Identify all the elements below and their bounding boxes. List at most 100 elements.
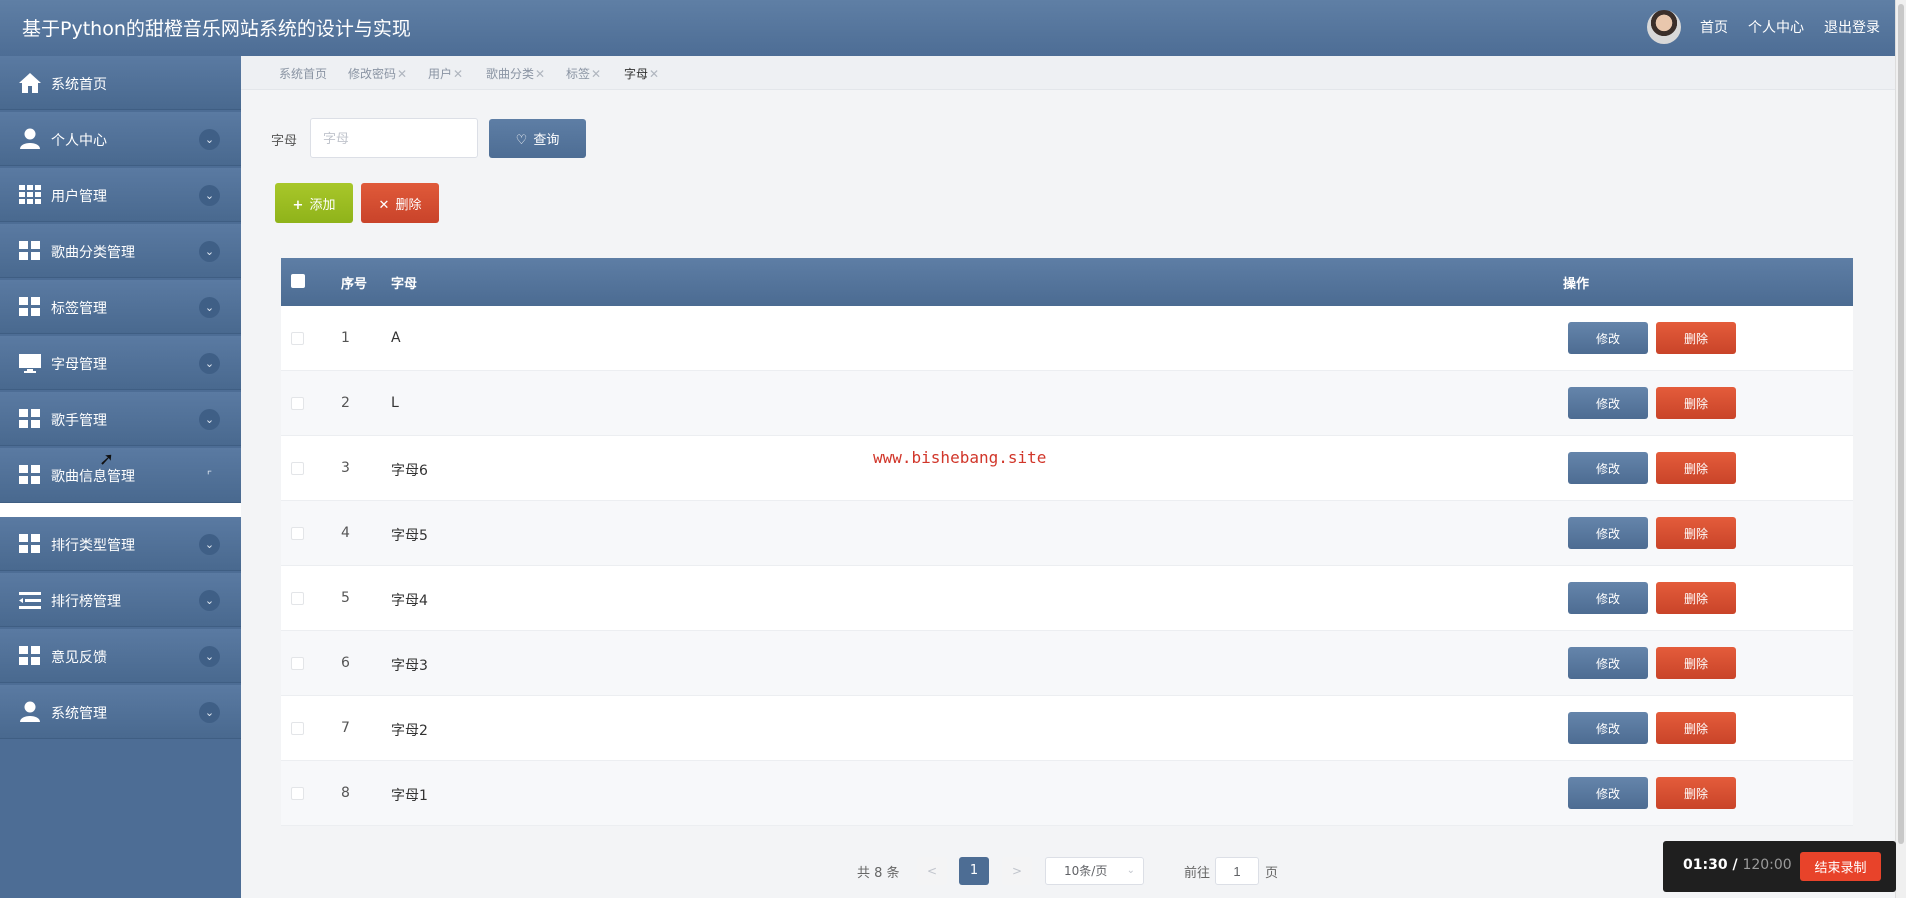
row-index: 8 (341, 785, 350, 801)
close-icon[interactable]: ✕ (649, 67, 659, 81)
delete-button[interactable]: 删除 (1656, 777, 1736, 809)
submenu-expanded-area (0, 503, 241, 517)
sidebar-item-label: 歌曲信息管理 (51, 469, 135, 485)
chevron-down-icon[interactable]: ⌄ (199, 409, 220, 430)
grid-icon (19, 646, 40, 665)
tab-letters[interactable]: 字母✕ (624, 65, 659, 82)
nav-home-link[interactable]: 首页 (1700, 17, 1728, 37)
row-checkbox[interactable] (291, 397, 304, 410)
delete-button[interactable]: 删除 (1656, 517, 1736, 549)
column-header-actions: 操作 (1563, 277, 1590, 292)
edit-button[interactable]: 修改 (1568, 647, 1648, 679)
user-icon (20, 128, 40, 149)
sidebar-item-letters[interactable]: 字母管理 ⌄ (0, 336, 241, 390)
sidebar-item-label: 标签管理 (51, 301, 107, 317)
scrollbar-thumb[interactable] (1898, 4, 1904, 844)
row-letter: 字母6 (391, 463, 428, 479)
delete-button[interactable]: 删除 (1656, 452, 1736, 484)
table-row: 6 字母3 修改 删除 (281, 631, 1853, 696)
chevron-down-icon[interactable]: ⌄ (199, 241, 220, 262)
tab-home[interactable]: 系统首页 (279, 65, 327, 82)
tab-song-category[interactable]: 歌曲分类✕ (486, 65, 545, 82)
search-input[interactable] (310, 118, 478, 158)
close-icon[interactable]: ✕ (397, 67, 407, 81)
sidebar-item-feedback[interactable]: 意见反馈 ⌄ (0, 629, 241, 683)
tab-tags[interactable]: 标签✕ (566, 65, 601, 82)
tab-users[interactable]: 用户✕ (428, 65, 463, 82)
edit-button[interactable]: 修改 (1568, 582, 1648, 614)
sidebar-item-singers[interactable]: 歌手管理 ⌄ (0, 392, 241, 446)
delete-button[interactable]: 删除 (1656, 387, 1736, 419)
sidebar-item-rankings[interactable]: 排行榜管理 ⌄ (0, 573, 241, 627)
batch-delete-button[interactable]: ✕ 删除 (361, 183, 439, 223)
tab-strip: 系统首页 修改密码✕ 用户✕ 歌曲分类✕ 标签✕ 字母✕ (241, 56, 1895, 90)
sidebar-item-song-info[interactable]: 歌曲信息管理 ⌜ (0, 448, 241, 503)
close-icon[interactable]: ✕ (535, 67, 545, 81)
row-checkbox[interactable] (291, 657, 304, 670)
sidebar-item-tags[interactable]: 标签管理 ⌄ (0, 280, 241, 334)
page-size-select[interactable]: 10条/页 ⌄ (1045, 857, 1144, 885)
mouse-cursor-icon: ➚ (99, 449, 115, 470)
nav-profile-link[interactable]: 个人中心 (1748, 17, 1804, 37)
row-letter: 字母3 (391, 658, 428, 674)
tab-change-password[interactable]: 修改密码✕ (348, 65, 407, 82)
pagination-page-1[interactable]: 1 (959, 857, 989, 885)
chevron-down-icon[interactable]: ⌄ (199, 129, 220, 150)
page-scrollbar[interactable] (1895, 0, 1906, 898)
nav-logout-link[interactable]: 退出登录 (1824, 17, 1880, 37)
sidebar-item-home[interactable]: 系统首页 (0, 56, 241, 110)
chevron-down-icon[interactable]: ⌄ (199, 185, 220, 206)
table-row: 2 L 修改 删除 (281, 371, 1853, 436)
chevron-down-icon[interactable]: ⌄ (199, 353, 220, 374)
row-checkbox[interactable] (291, 527, 304, 540)
edit-button[interactable]: 修改 (1568, 387, 1648, 419)
goto-page-input[interactable] (1215, 857, 1259, 885)
table-row: 5 字母4 修改 删除 (281, 566, 1853, 631)
table-row: 8 字母1 修改 删除 (281, 761, 1853, 826)
edit-button[interactable]: 修改 (1568, 517, 1648, 549)
row-checkbox[interactable] (291, 462, 304, 475)
delete-button[interactable]: 删除 (1656, 322, 1736, 354)
top-header: 基于Python的甜橙音乐网站系统的设计与实现 首页 个人中心 退出登录 (0, 0, 1895, 56)
chevron-down-icon[interactable]: ⌄ (199, 590, 220, 611)
sidebar-item-users[interactable]: 用户管理 ⌄ (0, 168, 241, 222)
search-button[interactable]: ♡ 查询 (489, 119, 586, 158)
chevron-up-icon[interactable]: ⌜ (199, 465, 220, 486)
close-icon[interactable]: ✕ (591, 67, 601, 81)
row-letter: A (391, 330, 401, 346)
delete-button[interactable]: 删除 (1656, 712, 1736, 744)
sidebar-item-profile[interactable]: 个人中心 ⌄ (0, 112, 241, 166)
pagination-prev-button[interactable]: < (917, 857, 947, 885)
monitor-icon (19, 354, 41, 373)
pagination-next-button[interactable]: > (1002, 857, 1032, 885)
column-header-letter: 字母 (391, 277, 418, 292)
chevron-down-icon[interactable]: ⌄ (199, 534, 220, 555)
chevron-down-icon[interactable]: ⌄ (199, 702, 220, 723)
select-all-checkbox[interactable] (291, 274, 305, 288)
edit-button[interactable]: 修改 (1568, 712, 1648, 744)
row-letter: L (391, 395, 399, 411)
row-checkbox[interactable] (291, 722, 304, 735)
row-checkbox[interactable] (291, 592, 304, 605)
stop-recording-button[interactable]: 结束录制 (1800, 852, 1881, 881)
sidebar-item-rank-type[interactable]: 排行类型管理 ⌄ (0, 517, 241, 571)
row-checkbox[interactable] (291, 787, 304, 800)
avatar[interactable] (1647, 10, 1681, 44)
close-icon[interactable]: ✕ (453, 67, 463, 81)
row-letter: 字母4 (391, 593, 428, 609)
add-button[interactable]: + 添加 (275, 183, 353, 223)
edit-button[interactable]: 修改 (1568, 452, 1648, 484)
chevron-down-icon[interactable]: ⌄ (199, 297, 220, 318)
row-checkbox[interactable] (291, 332, 304, 345)
list-icon (19, 592, 41, 609)
delete-button[interactable]: 删除 (1656, 647, 1736, 679)
recorder-time: 01:30 / 120:00 (1683, 857, 1792, 873)
row-letter: 字母5 (391, 528, 428, 544)
delete-button[interactable]: 删除 (1656, 582, 1736, 614)
sidebar-item-system[interactable]: 系统管理 ⌄ (0, 685, 241, 739)
edit-button[interactable]: 修改 (1568, 322, 1648, 354)
table-row: 1 A 修改 删除 (281, 306, 1853, 371)
sidebar-item-song-category[interactable]: 歌曲分类管理 ⌄ (0, 224, 241, 278)
chevron-down-icon[interactable]: ⌄ (199, 646, 220, 667)
edit-button[interactable]: 修改 (1568, 777, 1648, 809)
